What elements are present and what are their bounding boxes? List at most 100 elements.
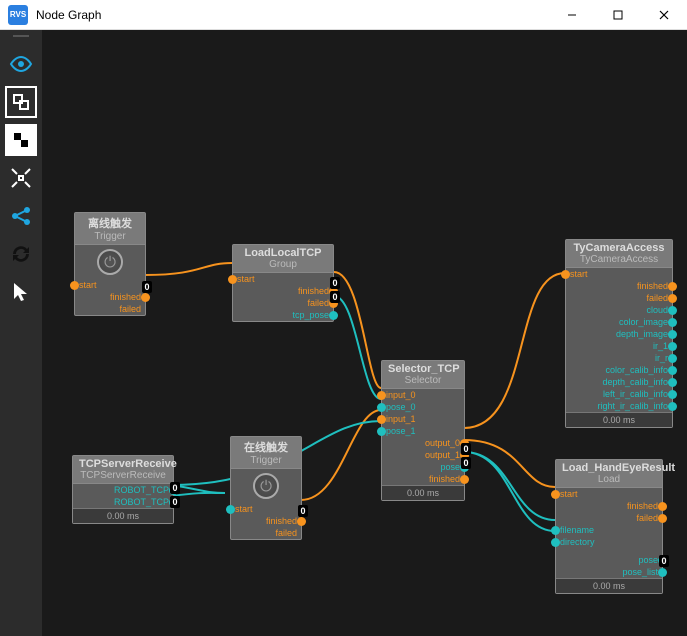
node-footer: 0.00 ms [382,485,464,500]
refresh-icon[interactable] [5,238,37,270]
node-footer: 0.00 ms [566,412,672,427]
port-failed: failed [237,297,329,309]
port-finished: finished [237,285,329,297]
node-subtitle: Selector [388,375,458,386]
port-directory: directory [560,536,595,548]
port-color-calib: color_calib_info [570,364,668,376]
power-icon[interactable] [253,473,279,499]
node-subtitle: TyCameraAccess [572,254,666,265]
badge: 0 [659,555,669,567]
node-canvas[interactable]: 离线触发 Trigger start finished failed 0 Loa… [42,30,687,636]
node-header: TCPServerReceive TCPServerReceive [73,456,173,484]
minimize-button[interactable] [549,0,595,30]
port-color-image: color_image [570,316,668,328]
link-filled-icon[interactable] [5,124,37,156]
port-output0: output_0 [386,437,460,449]
badge: 0 [461,457,471,469]
port-start: start [237,273,255,285]
node-title: 在线触发 [237,439,295,455]
port-finished: finished [560,500,658,512]
port-ir1: ir_1 [570,340,668,352]
cursor-icon[interactable] [5,276,37,308]
window-controls [549,0,687,30]
node-selector-tcp[interactable]: Selector_TCP Selector input_0 pose_0 inp… [381,360,465,501]
port-right-ir-calib: right_ir_calib_info [570,400,668,412]
port-depth-calib: depth_calib_info [570,376,668,388]
port-irr: ir_r [570,352,668,364]
port-start: start [560,488,578,500]
port-input0: input_0 [386,389,416,401]
node-subtitle: Trigger [237,455,295,466]
port-depth-image: depth_image [570,328,668,340]
port-pose-list: pose_list [560,566,658,578]
node-title: Selector_TCP [388,363,458,375]
port-robot-tcp: ROBOT_TCP [77,496,169,508]
tool-strip [0,30,42,636]
badge: 0 [142,281,152,293]
node-footer: 0.00 ms [73,508,173,523]
badge: 0 [170,496,180,508]
node-title: LoadLocalTCP [239,247,327,259]
port-pose0: pose_0 [386,401,416,413]
port-failed: failed [79,303,141,315]
center-icon[interactable] [5,162,37,194]
node-header: TyCameraAccess TyCameraAccess [566,240,672,268]
port-pose1: pose_1 [386,425,416,437]
port-cloud: cloud [570,304,668,316]
close-button[interactable] [641,0,687,30]
maximize-button[interactable] [595,0,641,30]
port-finished: finished [386,473,460,485]
node-header: Selector_TCP Selector [382,361,464,389]
node-subtitle: Group [239,259,327,270]
badge: 0 [298,505,308,517]
power-icon[interactable] [97,249,123,275]
share-icon[interactable] [5,200,37,232]
node-online-trigger[interactable]: 在线触发 Trigger start finished failed [230,436,302,540]
titlebar: RVS Node Graph [0,0,687,30]
node-footer: 0.00 ms [556,578,662,593]
port-failed: failed [570,292,668,304]
window-title: Node Graph [36,8,101,22]
port-failed: failed [235,527,297,539]
port-finished: finished [79,291,141,303]
badge: 0 [170,482,180,494]
node-title: TCPServerReceive [79,458,167,470]
node-tycameraaccess[interactable]: TyCameraAccess TyCameraAccess start fini… [565,239,673,428]
port-finished: finished [235,515,297,527]
node-load-handeye[interactable]: Load_HandEyeResult Load start finished f… [555,459,663,594]
port-output1: output_1 [386,449,460,461]
port-start: start [235,503,253,515]
port-failed: failed [560,512,658,524]
node-header: LoadLocalTCP Group [233,245,333,273]
toolstrip-grip[interactable] [0,30,42,42]
node-tcpserverreceive[interactable]: TCPServerReceive TCPServerReceive ROBOT_… [72,455,174,524]
port-tcp-pose: tcp_pose [237,309,329,321]
badge: 0 [330,277,340,289]
node-header: 在线触发 Trigger [231,437,301,469]
badge: 0 [461,443,471,455]
node-header: 离线触发 Trigger [75,213,145,245]
port-pose: pose [386,461,460,473]
node-subtitle: Load [562,474,656,485]
node-title: 离线触发 [81,215,139,231]
link-boxed-icon[interactable] [5,86,37,118]
node-subtitle: TCPServerReceive [79,470,167,481]
node-header: Load_HandEyeResult Load [556,460,662,488]
node-title: Load_HandEyeResult [562,462,656,474]
port-input1: input_1 [386,413,416,425]
port-filename: filename [560,524,594,536]
eye-icon[interactable] [5,48,37,80]
port-start: start [570,268,588,280]
node-title: TyCameraAccess [572,242,666,254]
port-pose: pose [560,554,658,566]
port-finished: finished [570,280,668,292]
badge: 0 [330,291,340,303]
port-start: start [79,279,97,291]
main-area: 离线触发 Trigger start finished failed 0 Loa… [0,30,687,636]
node-loadlocaltcp[interactable]: LoadLocalTCP Group start finished failed… [232,244,334,322]
port-left-ir-calib: left_ir_calib_info [570,388,668,400]
app-icon: RVS [8,5,28,25]
port-robot-tcp: ROBOT_TCP [77,484,169,496]
node-offline-trigger[interactable]: 离线触发 Trigger start finished failed [74,212,146,316]
node-subtitle: Trigger [81,231,139,242]
